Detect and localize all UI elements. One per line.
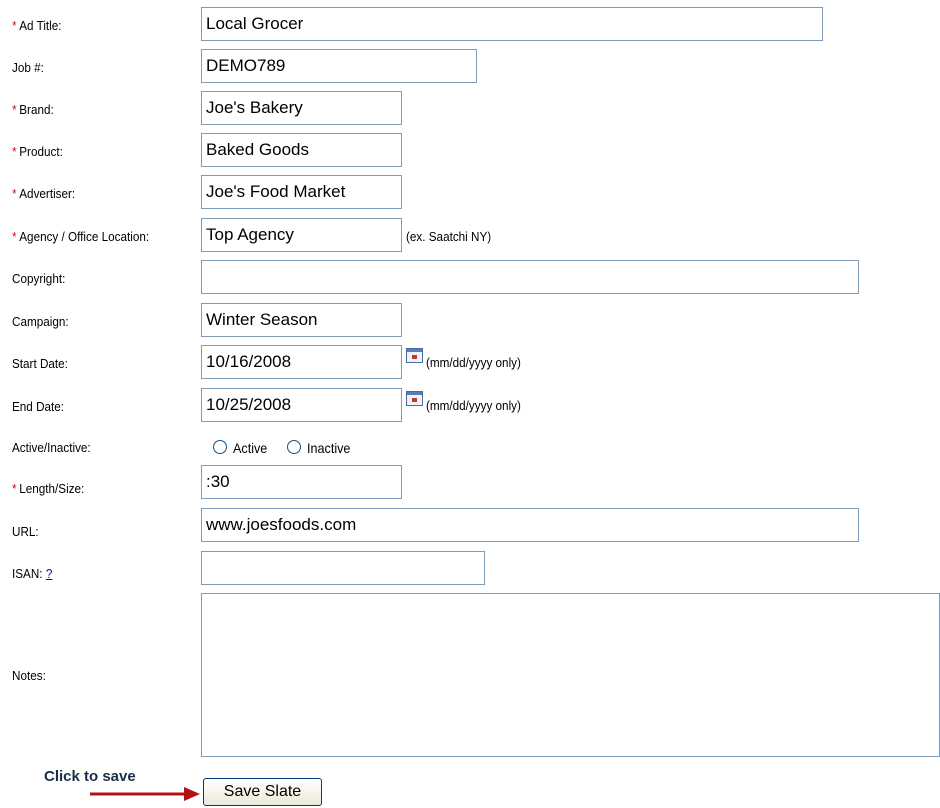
- end-date-format-hint: (mm/dd/yyyy only): [426, 398, 521, 413]
- isan-label: ISAN: ?: [12, 566, 53, 581]
- end-date-calendar-icon[interactable]: [406, 391, 423, 406]
- advertiser-label: * Advertiser:: [12, 186, 76, 201]
- length-size-input[interactable]: [201, 465, 402, 499]
- required-marker: *: [12, 481, 17, 496]
- product-label: * Product:: [12, 144, 63, 159]
- start-date-label: Start Date:: [12, 356, 68, 371]
- save-slate-button[interactable]: Save Slate: [203, 778, 322, 806]
- agency-label: * Agency / Office Location:: [12, 229, 150, 244]
- product-input[interactable]: [201, 133, 402, 167]
- campaign-label: Campaign:: [12, 314, 69, 329]
- active-radio-label[interactable]: Active: [233, 440, 267, 456]
- agency-example-hint: (ex. Saatchi NY): [406, 229, 492, 244]
- brand-input[interactable]: [201, 91, 402, 125]
- isan-help-link[interactable]: ?: [46, 566, 53, 581]
- arrow-right-icon: [90, 787, 200, 801]
- url-label: URL:: [12, 524, 39, 539]
- inactive-radio[interactable]: [287, 440, 301, 454]
- isan-input[interactable]: [201, 551, 485, 585]
- copyright-input[interactable]: [201, 260, 859, 294]
- advertiser-input[interactable]: [201, 175, 402, 209]
- copyright-label: Copyright:: [12, 271, 66, 286]
- click-to-save-annotation: Click to save: [44, 768, 136, 785]
- active-inactive-label: Active/Inactive:: [12, 440, 91, 455]
- end-date-input[interactable]: [201, 388, 402, 422]
- start-date-input[interactable]: [201, 345, 402, 379]
- required-marker: *: [12, 229, 17, 244]
- start-date-calendar-icon[interactable]: [406, 348, 423, 363]
- required-marker: *: [12, 186, 17, 201]
- job-number-label: Job #:: [12, 60, 44, 75]
- notes-textarea[interactable]: [201, 593, 940, 757]
- required-marker: *: [12, 144, 17, 159]
- campaign-input[interactable]: [201, 303, 402, 337]
- end-date-label: End Date:: [12, 399, 65, 414]
- required-marker: *: [12, 18, 17, 33]
- notes-label: Notes:: [12, 668, 46, 683]
- ad-title-input[interactable]: [201, 7, 823, 41]
- active-radio[interactable]: [213, 440, 227, 454]
- agency-input[interactable]: [201, 218, 402, 252]
- ad-title-label: * Ad Title:: [12, 18, 62, 33]
- url-input[interactable]: [201, 508, 859, 542]
- required-marker: *: [12, 102, 17, 117]
- job-number-input[interactable]: [201, 49, 477, 83]
- brand-label: * Brand:: [12, 102, 54, 117]
- start-date-format-hint: (mm/dd/yyyy only): [426, 355, 521, 370]
- inactive-radio-label[interactable]: Inactive: [307, 440, 350, 456]
- length-size-label: * Length/Size:: [12, 481, 85, 496]
